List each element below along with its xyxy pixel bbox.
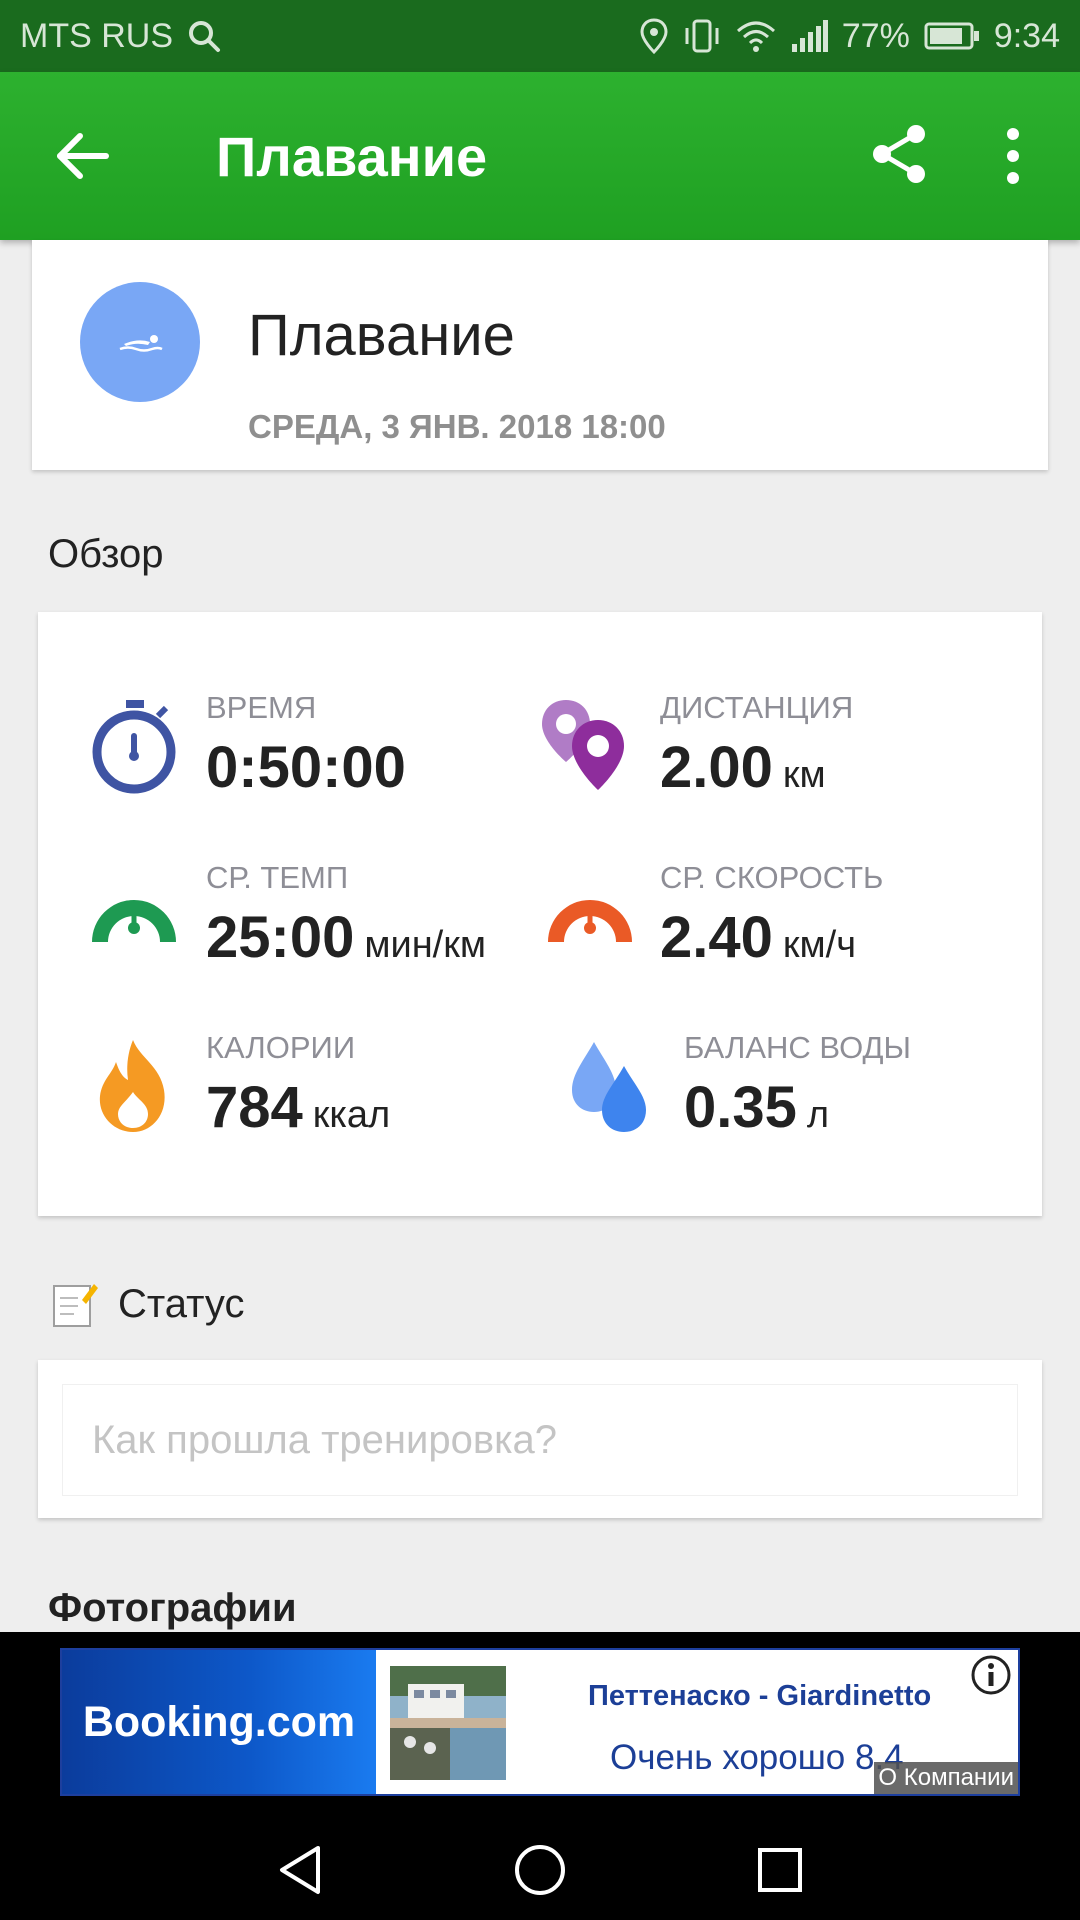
info-icon[interactable]	[970, 1654, 1012, 1696]
activity-title: Плавание	[248, 303, 515, 368]
metric-distance-unit: км	[782, 754, 826, 796]
activity-header-card: Плавание СРЕДА, 3 ЯНВ. 2018 18:00	[32, 240, 1048, 470]
search-icon	[189, 21, 220, 52]
metric-pace-unit: мин/км	[364, 924, 486, 966]
metric-calories-value: 784 ккал	[206, 1075, 391, 1140]
app-bar-title: Плавание	[216, 125, 488, 188]
metric-water-unit: л	[806, 1094, 830, 1136]
battery-percent: 77%	[841, 16, 910, 55]
notepad-icon	[53, 1284, 98, 1327]
vibrate-icon	[685, 19, 719, 53]
metric-pace-value: 25:00 мин/км	[206, 905, 486, 970]
water-drops-icon	[572, 1042, 646, 1132]
back-nav-icon[interactable]	[272, 1842, 328, 1898]
ad-brand-logo: Booking.com	[62, 1650, 376, 1794]
app-bar: Плавание	[0, 72, 1080, 240]
metric-time-label: ВРЕМЯ	[206, 690, 317, 725]
ad-banner[interactable]: Booking.com Петтенаско - Giardinetto Оче…	[60, 1648, 1020, 1796]
ad-zone: Booking.com Петтенаско - Giardinetto Оче…	[0, 1632, 1080, 1812]
ad-about-link[interactable]: О Компании	[874, 1762, 1018, 1794]
photos-heading: Фотографии	[48, 1586, 297, 1630]
navigation-bar	[0, 1812, 1080, 1920]
back-arrow-icon[interactable]	[48, 116, 128, 196]
share-icon[interactable]	[868, 122, 932, 186]
recents-nav-icon[interactable]	[752, 1842, 808, 1898]
metric-distance-label: ДИСТАНЦИЯ	[660, 690, 854, 725]
metric-speed-unit: км/ч	[782, 924, 856, 966]
activity-datetime: СРЕДА, 3 ЯНВ. 2018 18:00	[248, 408, 666, 445]
status-input[interactable]	[62, 1384, 1018, 1496]
stopwatch-icon	[92, 700, 176, 794]
metric-speed-label: СР. СКОРОСТЬ	[660, 860, 884, 895]
overview-card: ВРЕМЯ 0:50:00 ДИСТАНЦИЯ 2.00 км СР. ТЕМП …	[38, 612, 1042, 1216]
home-nav-icon[interactable]	[512, 1842, 568, 1898]
battery-icon	[924, 22, 979, 50]
flame-icon	[99, 1040, 165, 1132]
metric-speed-value: 2.40 км/ч	[660, 905, 856, 970]
pace-gauge-icon	[92, 899, 176, 942]
activity-avatar	[80, 282, 200, 402]
hotel-photo	[390, 1666, 506, 1780]
metric-pace-label: СР. ТЕМП	[206, 860, 349, 895]
signal-icon	[791, 20, 828, 52]
location-icon	[640, 18, 668, 54]
metric-distance-value: 2.00 км	[660, 735, 826, 800]
carrier-label: MTS RUS	[20, 16, 173, 55]
metric-calories-label: КАЛОРИИ	[206, 1030, 356, 1065]
clock: 9:34	[993, 16, 1060, 55]
speed-gauge-icon	[548, 899, 632, 942]
overview-heading: Обзор	[48, 532, 164, 576]
metric-water-label: БАЛАНС ВОДЫ	[684, 1030, 911, 1065]
metric-water-value: 0.35 л	[684, 1075, 830, 1140]
metric-time-value: 0:50:00	[206, 735, 406, 800]
location-pins-icon	[542, 700, 624, 790]
ad-hotel-name: Петтенаско - Giardinetto	[588, 1680, 932, 1712]
status-card	[38, 1360, 1042, 1518]
status-heading: Статус	[118, 1282, 245, 1326]
more-vert-icon[interactable]	[990, 126, 1036, 186]
metric-calories-unit: ккал	[312, 1094, 391, 1136]
status-bar: MTS RUS 77% 9:34	[0, 0, 1080, 72]
ad-rating: Очень хорошо 8.4	[610, 1738, 904, 1777]
swimmer-icon	[119, 335, 163, 352]
wifi-icon	[736, 21, 775, 52]
